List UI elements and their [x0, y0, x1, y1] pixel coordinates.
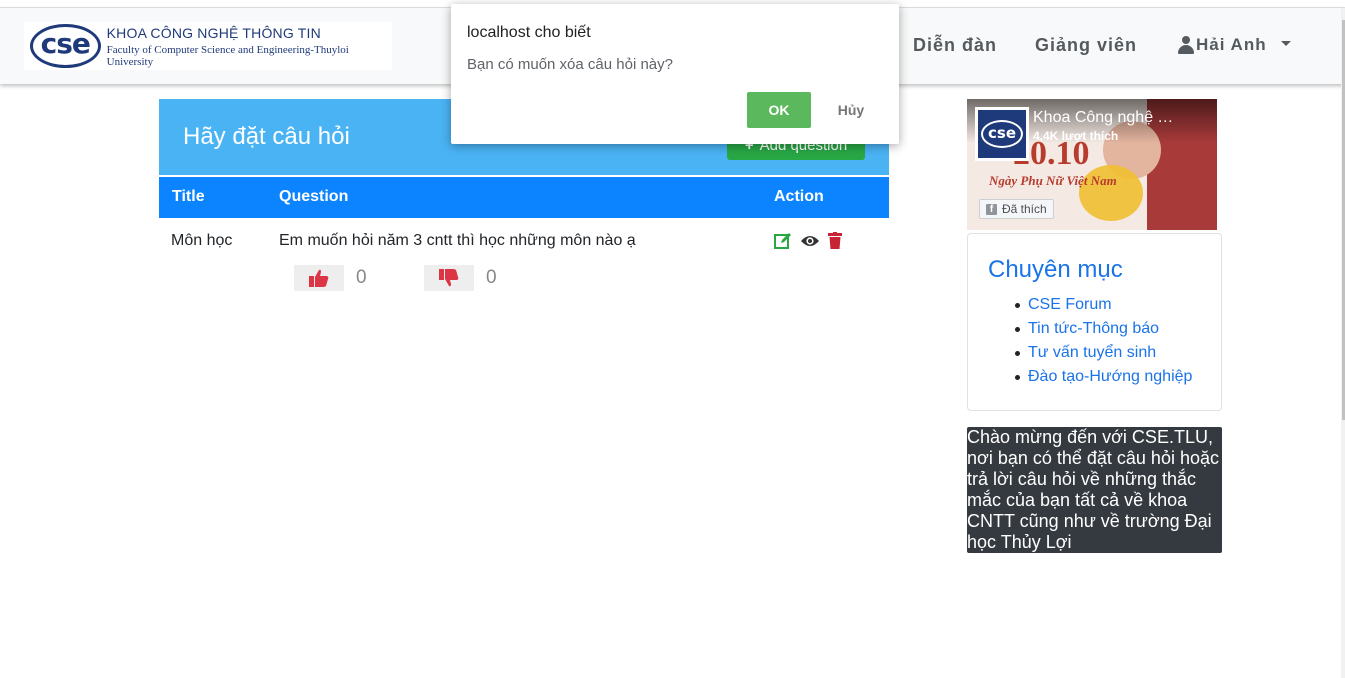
thumbs-up-icon	[309, 269, 329, 287]
like-button[interactable]	[294, 265, 344, 291]
banner-subtitle: Ngày Phụ Nữ Việt Nam	[989, 173, 1117, 188]
fb-liked-button[interactable]: f Đã thích	[979, 199, 1054, 219]
panel-title: Hãy đặt câu hỏi	[183, 123, 350, 150]
dislike-count: 0	[486, 267, 497, 288]
column-header-action: Action	[774, 188, 824, 205]
welcome-message: Chào mừng đến với CSE.TLU, nơi bạn có th…	[967, 427, 1222, 553]
category-link-news[interactable]: Tin tức-Thông báo	[1014, 320, 1192, 344]
categories-card: Chuyên mục CSE Forum Tin tức-Thông báo T…	[967, 233, 1222, 411]
like-count: 0	[356, 267, 367, 288]
dislike-button[interactable]	[424, 265, 474, 291]
logo-line1: KHOA CÔNG NGHỆ THÔNG TIN	[106, 24, 321, 41]
category-link-forum[interactable]: CSE Forum	[1014, 296, 1192, 320]
fb-page-avatar[interactable]: cse	[975, 107, 1029, 161]
eye-icon[interactable]	[800, 234, 820, 248]
thumbs-down-icon	[439, 269, 459, 287]
row-title: Môn học	[171, 232, 233, 249]
confirm-dialog: localhost cho biết Bạn có muốn xóa câu h…	[451, 4, 899, 144]
categories-title: Chuyên mục	[988, 256, 1123, 283]
ok-button[interactable]: OK	[747, 92, 811, 128]
user-name: Hải Anh	[1196, 35, 1267, 54]
fb-page-name[interactable]: Khoa Công nghệ Thông tin	[1033, 109, 1183, 127]
cse-logo-mark: cse	[30, 24, 101, 68]
logo-mark-text: cse	[40, 27, 91, 60]
category-link-admissions[interactable]: Tư vấn tuyển sinh	[1014, 344, 1192, 368]
dialog-message: Bạn có muốn xóa câu hỏi này?	[467, 56, 673, 73]
cse-logo-mark-small: cse	[981, 120, 1023, 148]
avatar-logo-text: cse	[988, 124, 1016, 142]
facebook-page-widget[interactable]: 20.10 Ngày Phụ Nữ Việt Nam cse Khoa Công…	[967, 99, 1217, 230]
logo-line2: Faculty of Computer Science and Engineer…	[106, 43, 349, 68]
nav-link-forum[interactable]: Diễn đàn	[913, 35, 997, 56]
user-menu[interactable]: Hải Anh	[1178, 35, 1291, 55]
fb-liked-label: Đã thích	[1002, 202, 1047, 216]
user-icon	[1178, 36, 1194, 54]
column-header-question: Question	[279, 188, 349, 205]
cancel-button[interactable]: Hủy	[819, 92, 883, 128]
column-header-title: Title	[172, 188, 205, 205]
categories-list: CSE Forum Tin tức-Thông báo Tư vấn tuyển…	[1014, 296, 1192, 392]
logo-text: KHOA CÔNG NGHỆ THÔNG TIN Faculty of Comp…	[107, 25, 392, 68]
nav-link-lecturers[interactable]: Giảng viên	[1035, 35, 1137, 56]
trash-icon[interactable]	[828, 232, 842, 249]
edit-icon[interactable]	[774, 232, 792, 249]
questions-table-header: Title Question Action	[159, 177, 889, 218]
site-logo[interactable]: cse KHOA CÔNG NGHỆ THÔNG TIN Faculty of …	[24, 22, 392, 70]
category-link-training[interactable]: Đào tạo-Hướng nghiệp	[1014, 368, 1192, 392]
row-question[interactable]: Em muốn hỏi năm 3 cntt thì học những môn…	[279, 232, 636, 250]
facebook-icon: f	[986, 203, 997, 215]
fb-likes-count: 4,4K lượt thích	[1033, 129, 1119, 143]
dialog-title: localhost cho biết	[467, 24, 591, 41]
caret-down-icon	[1280, 40, 1291, 46]
